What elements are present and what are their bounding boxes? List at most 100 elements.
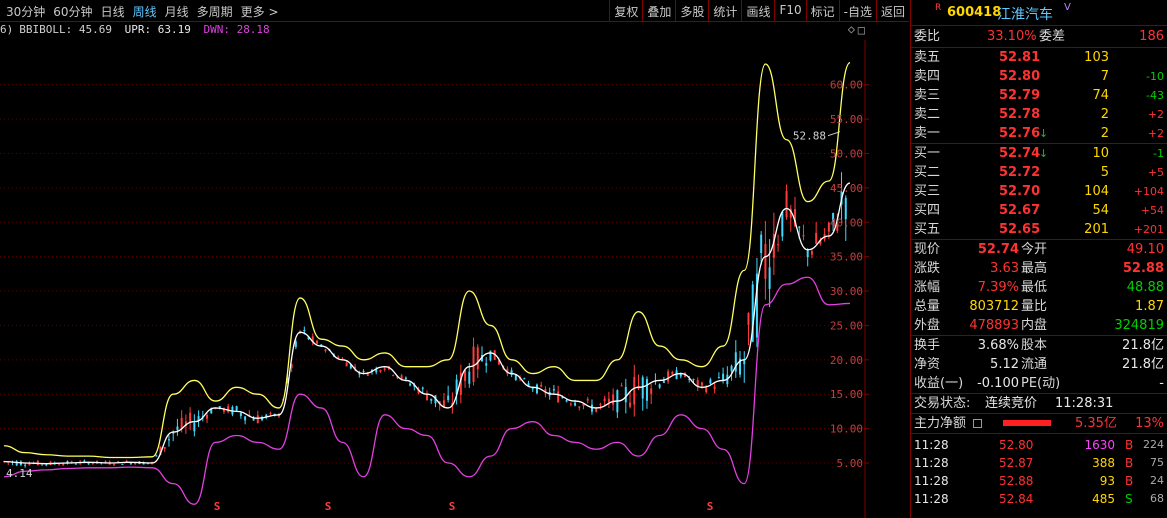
back-button[interactable]: 返回 <box>875 0 909 22</box>
mainflow-detail-icon[interactable] <box>973 419 982 428</box>
stat-value: 7.39% <box>977 280 1019 295</box>
candle-body <box>345 362 348 367</box>
tab-weekly[interactable]: 周线 <box>131 3 163 20</box>
restore-rights-button[interactable]: 复权 <box>609 0 642 22</box>
tab-60min[interactable]: 60分钟 <box>51 3 98 20</box>
bid-price: 52.72 <box>999 165 1041 180</box>
y-tick-label: 55.00 <box>830 113 863 126</box>
multi-stock-button[interactable]: 多股 <box>675 0 708 22</box>
candle-body <box>743 360 746 365</box>
bid-row[interactable]: 买四 52.67 54 +54 <box>911 201 1167 220</box>
stat-value: 324819 <box>1114 318 1164 333</box>
maximize-box-icon[interactable]: □ <box>858 23 865 37</box>
ask-row[interactable]: 卖三 52.79 74 -43 <box>911 86 1167 105</box>
trade-ticks[interactable]: 11:28 52.80 1630 B 224 11:28 52.87 388 B 75 11:28 5… <box>911 433 1167 508</box>
candle-body <box>595 408 598 412</box>
ask-change: +2 <box>1147 108 1164 121</box>
price-chart[interactable]: 60.00 55.00 50.00 45.00 40.00 35.00 30.00 25.00… <box>0 40 909 518</box>
trade-status-label: 交易状态: <box>914 396 971 411</box>
candle-body <box>557 391 560 403</box>
bid-row[interactable]: 买三 52.70 104 +104 <box>911 182 1167 201</box>
bid-volume: 10 <box>1092 146 1109 161</box>
tick-side: B <box>1125 438 1134 452</box>
bid-row[interactable]: 买一 52.74 10 -1 ↓ <box>911 144 1167 163</box>
candle-body <box>815 232 818 244</box>
candle-body <box>489 350 492 361</box>
ask-row[interactable]: 卖二 52.78 2 +2 <box>911 105 1167 124</box>
ask-book: 卖五 52.81 103 卖四 52.80 7 -10 卖三 52.79 74 -43 卖二 52.78… <box>911 47 1167 143</box>
tab-30min[interactable]: 30分钟 <box>4 3 51 20</box>
stock-name[interactable]: 江淮汽车 <box>997 4 1053 24</box>
candle-body <box>671 371 674 375</box>
extra-label: 股本 <box>1021 338 1048 353</box>
candle-body <box>612 394 615 405</box>
stat-row: 总量 803712 量比 1.87 <box>911 297 1167 316</box>
statistics-button[interactable]: 统计 <box>708 0 741 22</box>
candle-body <box>392 374 395 376</box>
bid-row[interactable]: 买二 52.72 5 +5 <box>911 163 1167 182</box>
indicator-upr: UPR: 63.19 <box>124 23 191 36</box>
tick-volume: 388 <box>1092 456 1115 470</box>
candle-body <box>447 395 450 401</box>
extra-block: 换手 3.68% 股本 21.8亿 净资 5.12 流通 21.8亿 收益(一) -0.100 PE… <box>911 335 1167 393</box>
candle-body <box>404 377 407 380</box>
draw-line-button[interactable]: 画线 <box>741 0 774 22</box>
ask-price: 52.79 <box>999 88 1041 103</box>
remove-watchlist-button[interactable]: -自选 <box>838 0 876 22</box>
candle-body <box>620 385 623 387</box>
overlay-button[interactable]: 叠加 <box>642 0 675 22</box>
candle-body <box>713 386 716 389</box>
ask-price: 52.78 <box>999 107 1041 122</box>
candle-body <box>781 211 784 237</box>
candle-body <box>442 400 445 407</box>
diamond-icon[interactable]: ◇ <box>848 22 855 36</box>
tick-time: 11:28 <box>914 438 949 452</box>
tab-daily[interactable]: 日线 <box>99 3 131 20</box>
tick-side: S <box>1125 492 1133 506</box>
y-axis: 60.00 55.00 50.00 45.00 40.00 35.00 30.00 25.00… <box>830 40 869 518</box>
candle-body <box>574 402 577 406</box>
candle-body <box>768 267 771 289</box>
annotations: 52.88 4.14 S S S S <box>6 130 841 513</box>
tab-multi-period[interactable]: 多周期 <box>195 3 239 20</box>
candle-body <box>523 378 526 380</box>
bid-change: +5 <box>1147 166 1164 179</box>
ask-row[interactable]: 卖一 52.76 2 +2 ↓ <box>911 124 1167 143</box>
candle-body <box>785 191 788 218</box>
tab-more[interactable]: 更多 > <box>239 3 285 20</box>
bid-price: 52.65 <box>999 222 1041 237</box>
candle-body <box>409 383 412 386</box>
indicator-bbiboll[interactable]: BBIBOLL: 45.69 <box>19 23 112 36</box>
ask-row[interactable]: 卖四 52.80 7 -10 <box>911 67 1167 86</box>
candle-body <box>366 373 369 376</box>
extra-value: 21.8亿 <box>1122 357 1164 372</box>
low-annotation-label: 4.14 <box>6 467 33 480</box>
stat-value: 52.88 <box>1122 261 1164 276</box>
trade-tick-row: 11:28 52.84 485 S 68 <box>911 490 1167 508</box>
extra-label: PE(动) <box>1021 376 1061 391</box>
ask-row[interactable]: 卖五 52.81 103 <box>911 48 1167 67</box>
chart-svg[interactable]: 60.00 55.00 50.00 45.00 40.00 35.00 30.00 25.00… <box>0 40 909 518</box>
candle-body <box>586 399 589 401</box>
ask-volume: 103 <box>1084 50 1109 65</box>
indicator-header: 6) BBIBOLL: 45.69 UPR: 63.19 DWN: 28.18 ◇… <box>0 22 909 39</box>
candle-body <box>210 409 213 414</box>
bid-row[interactable]: 买五 52.65 201 +201 <box>911 220 1167 239</box>
mark-button[interactable]: 标记 <box>805 0 839 22</box>
tick-side: B <box>1125 456 1134 470</box>
tab-monthly[interactable]: 月线 <box>163 3 195 20</box>
tick-price: 52.84 <box>999 492 1034 506</box>
f10-button[interactable]: F10 <box>774 0 805 22</box>
candle-body <box>607 398 610 403</box>
candle-body <box>193 423 196 432</box>
candle-body <box>717 377 720 379</box>
tick-count: 224 <box>1143 438 1164 451</box>
tick-volume: 1630 <box>1084 438 1115 452</box>
bid-label: 买一 <box>914 146 941 161</box>
ask-price: 52.76 <box>999 126 1041 141</box>
ask-change: -43 <box>1146 89 1164 102</box>
candle-body <box>510 370 513 376</box>
ask-label: 卖四 <box>914 69 941 84</box>
stat-label: 现价 <box>914 242 941 257</box>
down-arrow-icon: ↓ <box>1039 127 1049 140</box>
